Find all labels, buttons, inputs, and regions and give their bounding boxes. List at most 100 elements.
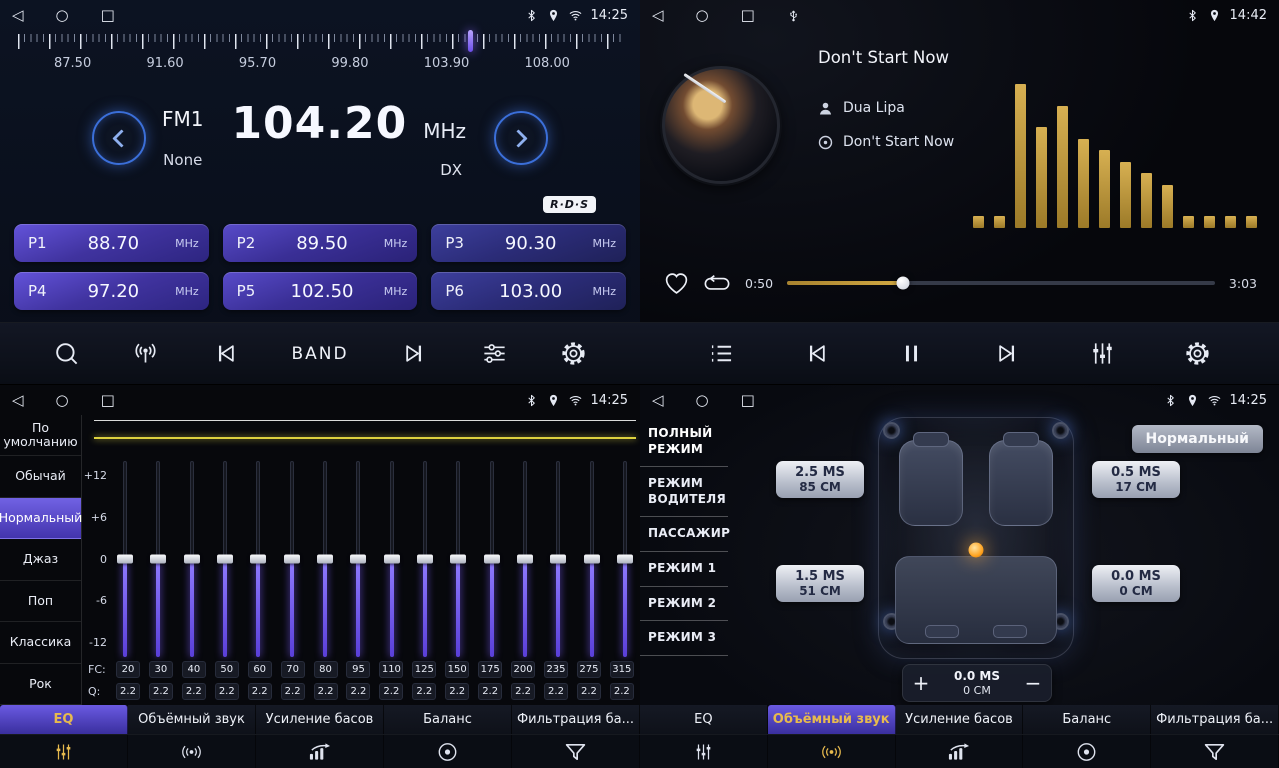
eq-sliders-icon[interactable]	[481, 340, 508, 367]
radio-preset-button[interactable]: P4 97.20 MHz	[14, 272, 209, 310]
broadcast-icon[interactable]	[132, 340, 159, 367]
balance-icon[interactable]	[1023, 735, 1151, 768]
eq-band-slider[interactable]	[583, 461, 601, 657]
listening-position-dot[interactable]	[969, 543, 984, 558]
tab-bass-boost[interactable]: Усиление басов	[256, 705, 384, 734]
tab-balance[interactable]: Баланс	[384, 705, 512, 734]
eq-slider-thumb[interactable]	[584, 555, 600, 564]
eq-preset-item[interactable]: Нормальный	[0, 498, 81, 539]
tab-surround[interactable]: Объёмный звук	[128, 705, 256, 734]
back-icon[interactable]: ◁	[652, 8, 664, 23]
eq-preset-item[interactable]: Классика	[0, 622, 81, 663]
eq-band-slider[interactable]	[516, 461, 534, 657]
eq-band-slider[interactable]	[483, 461, 501, 657]
home-icon[interactable]: ○	[56, 8, 69, 23]
eq-band-slider[interactable]	[616, 461, 634, 657]
equalizer-icon[interactable]	[640, 735, 768, 768]
eq-slider-thumb[interactable]	[350, 555, 366, 564]
eq-slider-thumb[interactable]	[450, 555, 466, 564]
tab-balance[interactable]: Баланс	[1023, 705, 1151, 734]
equalizer-icon[interactable]	[0, 735, 128, 768]
eq-slider-thumb[interactable]	[550, 555, 566, 564]
recents-icon[interactable]: □	[101, 393, 115, 408]
eq-slider-thumb[interactable]	[617, 555, 633, 564]
next-icon[interactable]	[401, 340, 428, 367]
frequency-scale[interactable]	[18, 34, 622, 50]
eq-band-slider[interactable]	[449, 461, 467, 657]
back-icon[interactable]: ◁	[12, 393, 24, 408]
eq-preset-item[interactable]: Поп	[0, 581, 81, 622]
sound-mode-item[interactable]: РЕЖИМ 1	[640, 552, 728, 587]
eq-slider-thumb[interactable]	[484, 555, 500, 564]
tab-filter[interactable]: Фильтрация ба...	[512, 705, 640, 734]
eq-slider-thumb[interactable]	[250, 555, 266, 564]
sound-mode-item[interactable]: РЕЖИМ 2	[640, 587, 728, 622]
tab-eq[interactable]: EQ	[640, 705, 768, 734]
seek-bar-knob[interactable]	[896, 277, 909, 290]
repeat-icon[interactable]	[703, 274, 731, 292]
tab-eq[interactable]: EQ	[0, 705, 128, 734]
playlist-icon[interactable]	[708, 340, 735, 367]
previous-track-icon[interactable]	[803, 340, 830, 367]
mixer-icon[interactable]	[1089, 340, 1116, 367]
next-track-icon[interactable]	[994, 340, 1021, 367]
eq-slider-thumb[interactable]	[217, 555, 233, 564]
tab-filter[interactable]: Фильтрация ба...	[1151, 705, 1279, 734]
sound-mode-item[interactable]: РЕЖИМ 3	[640, 621, 728, 656]
tune-down-button[interactable]	[92, 111, 146, 165]
eq-band-slider[interactable]	[383, 461, 401, 657]
eq-preset-item[interactable]: Джаз	[0, 539, 81, 580]
sound-mode-item[interactable]: РЕЖИМ ВОДИТЕЛЯ	[640, 467, 728, 517]
bass-boost-icon[interactable]	[256, 735, 384, 768]
eq-slider-thumb[interactable]	[384, 555, 400, 564]
recents-icon[interactable]: □	[741, 393, 755, 408]
eq-preset-item[interactable]: Обычай	[0, 456, 81, 497]
eq-band-slider[interactable]	[116, 461, 134, 657]
surround-sound-icon[interactable]	[768, 735, 896, 768]
eq-preset-item[interactable]: Рок	[0, 664, 81, 705]
eq-band-slider[interactable]	[183, 461, 201, 657]
eq-band-slider[interactable]	[249, 461, 267, 657]
eq-slider-thumb[interactable]	[150, 555, 166, 564]
eq-slider-thumb[interactable]	[417, 555, 433, 564]
home-icon[interactable]: ○	[696, 393, 709, 408]
eq-slider-thumb[interactable]	[284, 555, 300, 564]
surround-sound-icon[interactable]	[128, 735, 256, 768]
eq-slider-thumb[interactable]	[517, 555, 533, 564]
seek-bar[interactable]	[787, 281, 1215, 285]
eq-band-slider[interactable]	[416, 461, 434, 657]
eq-band-slider[interactable]	[549, 461, 567, 657]
delay-decrease-button[interactable]: −	[1015, 665, 1051, 701]
sound-mode-item[interactable]: ПОЛНЫЙ РЕЖИМ	[640, 417, 728, 467]
pause-icon[interactable]	[898, 340, 925, 367]
radio-preset-button[interactable]: P5 102.50 MHz	[223, 272, 418, 310]
tab-bass-boost[interactable]: Усиление басов	[896, 705, 1024, 734]
delay-increase-button[interactable]: +	[903, 665, 939, 701]
eq-slider-thumb[interactable]	[317, 555, 333, 564]
band-button[interactable]: BAND	[291, 344, 348, 364]
settings-gear-icon[interactable]	[560, 340, 587, 367]
recents-icon[interactable]: □	[101, 8, 115, 23]
eq-preset-item[interactable]: По умолчанию	[0, 415, 81, 456]
radio-preset-button[interactable]: P1 88.70 MHz	[14, 224, 209, 262]
back-icon[interactable]: ◁	[652, 393, 664, 408]
eq-band-slider[interactable]	[216, 461, 234, 657]
eq-band-slider[interactable]	[283, 461, 301, 657]
tab-surround[interactable]: Объёмный звук	[768, 705, 896, 734]
previous-icon[interactable]	[212, 340, 239, 367]
tune-up-button[interactable]	[494, 111, 548, 165]
radio-preset-button[interactable]: P2 89.50 MHz	[223, 224, 418, 262]
home-icon[interactable]: ○	[696, 8, 709, 23]
sound-preset-button[interactable]: Нормальный	[1132, 425, 1264, 453]
radio-preset-button[interactable]: P6 103.00 MHz	[431, 272, 626, 310]
favorite-heart-icon[interactable]	[664, 272, 689, 295]
eq-band-slider[interactable]	[149, 461, 167, 657]
eq-slider-thumb[interactable]	[184, 555, 200, 564]
back-icon[interactable]: ◁	[12, 8, 24, 23]
bass-boost-icon[interactable]	[896, 735, 1024, 768]
filter-icon[interactable]	[512, 735, 640, 768]
eq-band-slider[interactable]	[316, 461, 334, 657]
radio-preset-button[interactable]: P3 90.30 MHz	[431, 224, 626, 262]
balance-icon[interactable]	[384, 735, 512, 768]
settings-gear-icon[interactable]	[1184, 340, 1211, 367]
